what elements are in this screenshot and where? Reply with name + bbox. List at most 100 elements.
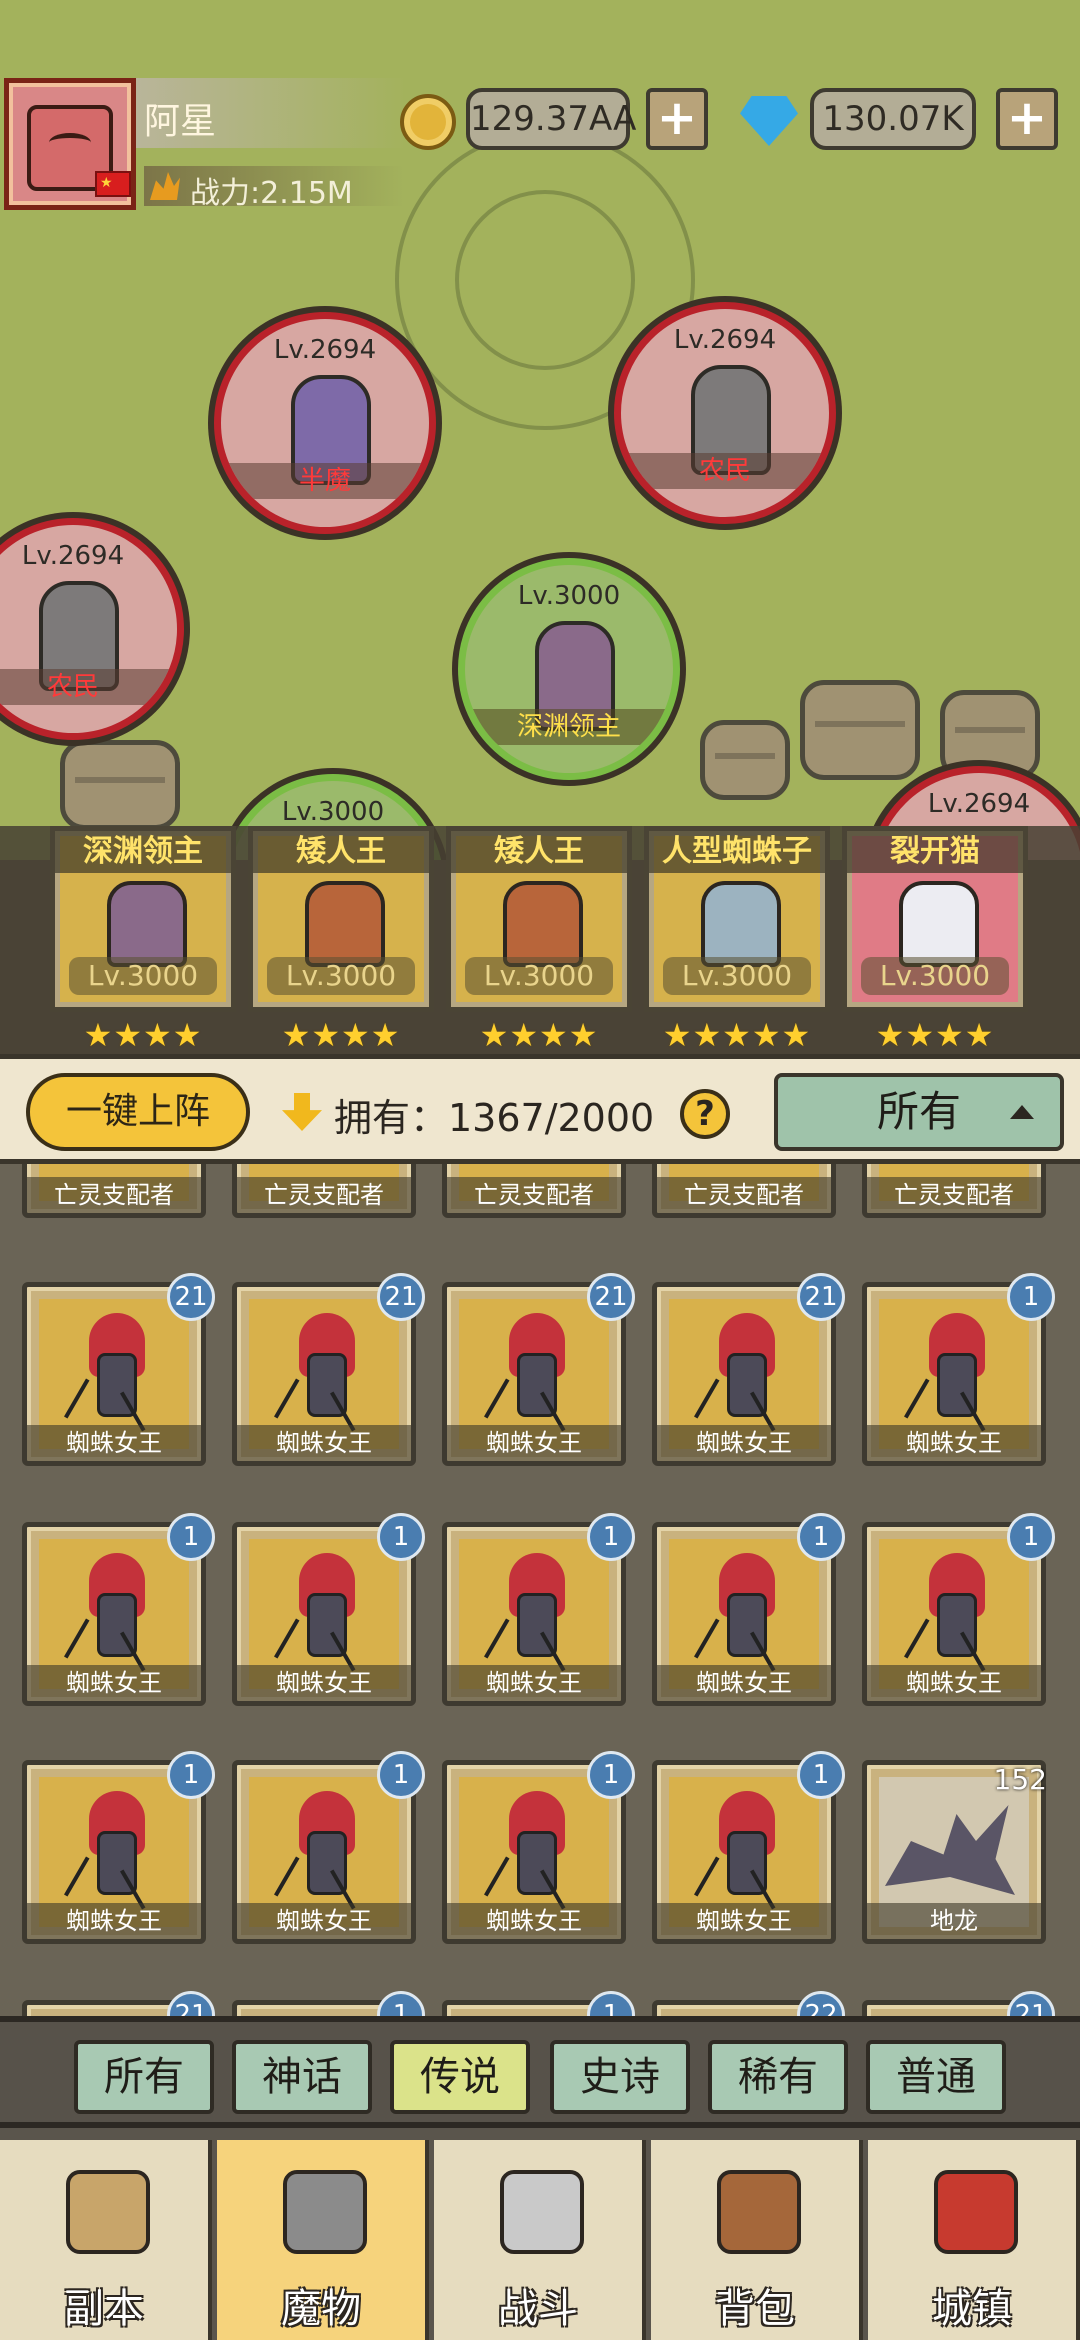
player-name: 阿星	[144, 101, 217, 142]
monster-name: 亡灵支配者	[657, 1177, 831, 1213]
monster-card[interactable]: 亡灵支配者	[22, 1164, 206, 1218]
team-slot-stars: ★★★★	[281, 1016, 401, 1054]
monster-card[interactable]: 地龙 152	[862, 1760, 1047, 1944]
monster-name: 蜘蛛女王	[27, 1665, 201, 1701]
nav-item[interactable]: 城镇	[868, 2140, 1080, 2340]
count-badge: 1	[167, 1751, 215, 1799]
rarity-tab[interactable]: 传说	[390, 2040, 530, 2114]
monster-card[interactable]: 蜘蛛女王 21	[652, 1273, 845, 1466]
rarity-tab[interactable]: 普通	[866, 2040, 1006, 2114]
team-slot[interactable]: 人型蜘蛛子 Lv.3000	[644, 826, 830, 1012]
nav-item[interactable]: 副本	[0, 2140, 212, 2340]
team-slot-name: 矮人王	[451, 831, 627, 873]
monster-card[interactable]: 亡灵支配者	[442, 1164, 626, 1218]
map-unit[interactable]: Lv.2694 农民	[614, 302, 836, 524]
map-unit-boss[interactable]: Lv.3000 深渊领主	[458, 558, 680, 780]
monster-grid[interactable]: 亡灵支配者 亡灵支配者 亡灵支配者 亡灵支配者 亡灵支配者 蜘蛛女王 21 蜘蛛女王…	[0, 1164, 1080, 2018]
count-badge: 21	[1007, 1991, 1055, 2018]
monster-card[interactable]: 蜘蛛女王 1	[442, 1751, 635, 1944]
monster-name: 亡灵支配者	[867, 1177, 1041, 1213]
count-badge: 1	[377, 1513, 425, 1561]
monster-card[interactable]: 蜘蛛女王 1	[652, 1751, 845, 1944]
count-badge: 1	[377, 1991, 425, 2018]
filter-dropdown-value: 所有	[876, 1087, 961, 1136]
count-badge: 21	[797, 1273, 845, 1321]
monster-card[interactable]: 蜘蛛女王 1	[232, 1751, 425, 1944]
rarity-tab[interactable]: 史诗	[550, 2040, 690, 2114]
monster-card[interactable]: 亡灵支配者	[862, 1164, 1046, 1218]
monster-card[interactable]: 蜘蛛女王 1	[862, 1513, 1055, 1706]
add-gem-button[interactable]: +	[996, 88, 1058, 150]
nav-item[interactable]: 魔物	[217, 2140, 429, 2340]
monster-name: 地龙	[867, 1903, 1041, 1939]
monster-name: 蜘蛛女王	[27, 1425, 201, 1461]
unit-level: Lv.3000	[281, 797, 385, 827]
monster-portrait	[694, 1553, 798, 1672]
team-slot-stars: ★★★★	[479, 1016, 599, 1054]
map-rock	[700, 720, 790, 800]
team-slot-level: Lv.3000	[69, 957, 217, 995]
rarity-tab[interactable]: 神话	[232, 2040, 372, 2114]
player-avatar[interactable]: ★	[4, 78, 136, 210]
monster-name: 蜘蛛女王	[237, 1903, 411, 1939]
monster-card[interactable]: 蜘蛛女王 21	[442, 1273, 635, 1466]
monster-name: 蜘蛛女王	[657, 1903, 831, 1939]
team-slot-level: Lv.3000	[861, 957, 1009, 995]
monster-portrait	[64, 1553, 168, 1672]
monster-card[interactable]: 蜘蛛女王 1	[652, 1513, 845, 1706]
help-icon[interactable]: ?	[680, 1089, 730, 1139]
monster-name: 蜘蛛女王	[447, 1903, 621, 1939]
monster-portrait	[484, 1791, 588, 1910]
add-gold-button[interactable]: +	[646, 88, 708, 150]
monster-name: 蜘蛛女王	[657, 1425, 831, 1461]
nav-item[interactable]: 战斗	[434, 2140, 646, 2340]
count-badge: 21	[167, 1991, 215, 2018]
nav-item-label: 背包	[715, 2286, 795, 2332]
map-unit[interactable]: Lv.2694 半魔	[214, 312, 436, 534]
nav-item-label: 魔物	[281, 2286, 361, 2332]
nav-item[interactable]: 背包	[651, 2140, 863, 2340]
flag-icon: ★	[95, 171, 131, 197]
monster-card[interactable]: 亡灵支配者	[232, 1164, 416, 1218]
monster-card[interactable]: 蜘蛛女王 1	[232, 1513, 425, 1706]
map-unit[interactable]: Lv.2694 农民	[0, 518, 184, 740]
count-badge: 1	[1007, 1273, 1055, 1321]
monster-card[interactable]: 蜘蛛女王 1	[22, 1751, 215, 1944]
nav-item-label: 副本	[64, 2286, 144, 2332]
diamond-icon	[740, 96, 798, 146]
monster-card[interactable]: 蜘蛛女王 21	[232, 1273, 425, 1466]
count-badge: 1	[587, 1991, 635, 2018]
count-badge: 21	[167, 1273, 215, 1321]
gem-amount: 130.07K	[810, 88, 976, 150]
rarity-tab[interactable]: 稀有	[708, 2040, 848, 2114]
auto-deploy-button[interactable]: 一键上阵	[26, 1073, 250, 1151]
monster-name: 亡灵支配者	[237, 1177, 411, 1213]
team-slot-name: 矮人王	[253, 831, 429, 873]
backpack-icon	[717, 2170, 801, 2254]
monster-portrait	[484, 1553, 588, 1672]
top-bar: ★ 阿星 战力:2.15M 129.37AA + 130.07K +	[0, 78, 1080, 211]
world-map[interactable]: ★ 阿星 战力:2.15M 129.37AA + 130.07K + Lv.26…	[0, 0, 1080, 860]
team-slot[interactable]: 矮人王 Lv.3000	[446, 826, 632, 1012]
monster-card[interactable]: 蜘蛛女王 1	[22, 1513, 215, 1706]
monster-name: 亡灵支配者	[27, 1177, 201, 1213]
monster-name: 蜘蛛女王	[237, 1665, 411, 1701]
shop-icon	[934, 2170, 1018, 2254]
team-slot[interactable]: 深渊领主 Lv.3000	[50, 826, 236, 1012]
monster-card[interactable]: 蜘蛛女王 1	[442, 1513, 635, 1706]
team-slot[interactable]: 矮人王 Lv.3000	[248, 826, 434, 1012]
power-icon	[150, 172, 180, 200]
filter-dropdown[interactable]: 所有	[774, 1073, 1064, 1151]
unit-level: Lv.2694	[21, 541, 125, 571]
unit-name: 深渊领主	[465, 709, 673, 745]
collection-controls: 一键上阵 拥有：1367/2000 ? 所有	[0, 1054, 1080, 1164]
count-badge: 21	[377, 1273, 425, 1321]
monster-name: 蜘蛛女王	[867, 1425, 1041, 1461]
team-slot[interactable]: 裂开猫 Lv.3000	[842, 826, 1028, 1012]
rarity-tab[interactable]: 所有	[74, 2040, 214, 2114]
monster-name: 蜘蛛女王	[27, 1903, 201, 1939]
count-badge: 22	[797, 1991, 845, 2018]
monster-card[interactable]: 亡灵支配者	[652, 1164, 836, 1218]
monster-card[interactable]: 蜘蛛女王 21	[22, 1273, 215, 1466]
monster-card[interactable]: 蜘蛛女王 1	[862, 1273, 1055, 1466]
